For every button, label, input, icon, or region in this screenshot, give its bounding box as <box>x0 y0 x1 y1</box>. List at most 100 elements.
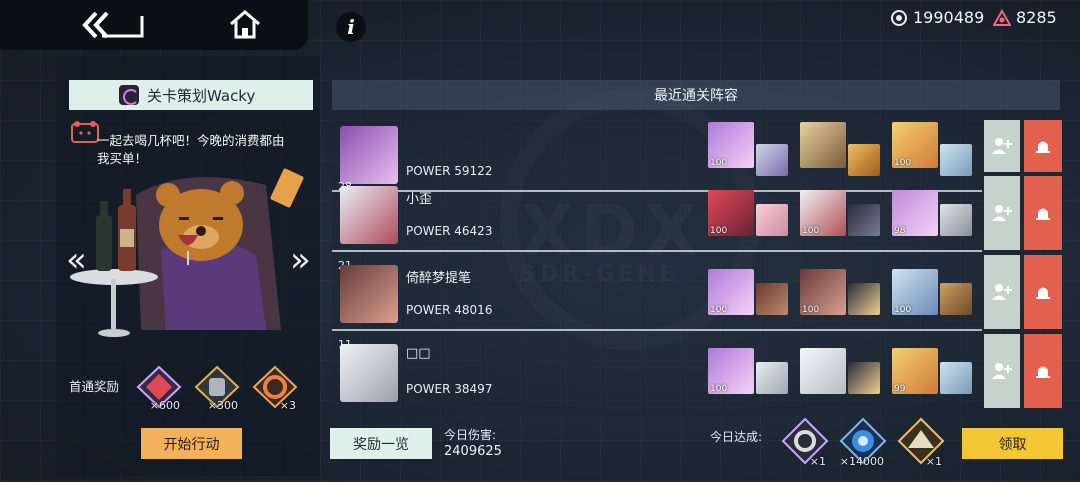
player-avatar[interactable] <box>340 186 398 244</box>
report-button[interactable] <box>1024 176 1062 250</box>
player-name: □□ <box>406 346 431 361</box>
team-unit[interactable] <box>756 362 788 394</box>
top-nav-bar <box>0 0 308 50</box>
team-unit[interactable] <box>800 348 846 394</box>
reward-qty: ×600 <box>149 399 180 412</box>
clear-team-row: 11 □□ POWER 38497 100 99 <box>332 336 982 410</box>
reward-qty: ×14000 <box>839 455 884 468</box>
alarm-icon <box>1036 141 1050 153</box>
team-unit[interactable]: 100 <box>892 122 938 168</box>
alarm-icon <box>1036 208 1050 220</box>
team-unit[interactable] <box>756 144 788 176</box>
unit-level: 100 <box>894 158 912 168</box>
claim-button[interactable]: 领取 <box>962 428 1063 459</box>
add-friend-icon <box>992 284 1012 300</box>
report-button[interactable] <box>1024 255 1062 329</box>
next-stage-arrow[interactable]: » <box>290 240 311 280</box>
team-unit[interactable] <box>848 204 880 236</box>
stage-title-banner: 关卡策划Wacky <box>69 80 313 110</box>
add-friend-icon <box>992 363 1012 379</box>
back-arrow-icon <box>82 11 144 39</box>
alarm-icon <box>1036 287 1050 299</box>
rewards-list-button[interactable]: 奖励一览 <box>330 428 432 459</box>
team-unit[interactable] <box>756 283 788 315</box>
team-unit[interactable] <box>800 122 846 168</box>
home-button[interactable] <box>228 9 262 41</box>
info-button[interactable]: i <box>336 12 366 42</box>
player-avatar[interactable] <box>340 344 398 402</box>
player-power: POWER 38497 <box>406 382 493 396</box>
triangle-crystal-icon <box>993 8 1011 26</box>
home-icon <box>230 10 260 39</box>
start-action-button[interactable]: 开始行动 <box>141 428 242 459</box>
first-clear-reward-3[interactable]: ×3 <box>250 364 300 412</box>
unit-level: 100 <box>802 226 820 236</box>
unit-level: 100 <box>710 158 728 168</box>
bear-npc-portrait <box>70 168 304 337</box>
prev-stage-arrow[interactable]: « <box>66 240 87 280</box>
team-unit[interactable]: 100 <box>892 269 938 315</box>
player-power: POWER 59122 <box>406 164 493 178</box>
team-unit[interactable]: 100 <box>708 348 754 394</box>
team-unit[interactable]: 100 <box>800 190 846 236</box>
player-power: POWER 46423 <box>406 224 493 238</box>
player-avatar[interactable] <box>340 126 398 184</box>
report-button[interactable] <box>1024 334 1062 408</box>
player-power: POWER 48016 <box>406 303 493 317</box>
unit-level: 100 <box>802 305 820 315</box>
player-name: 小歪 <box>406 192 433 207</box>
today-damage-label: 今日伤害: <box>444 428 497 442</box>
first-clear-reward-label: 首通奖励 <box>69 379 120 394</box>
player-avatar[interactable] <box>340 265 398 323</box>
row-divider <box>332 250 982 252</box>
team-unit[interactable] <box>848 144 880 176</box>
unit-level: 100 <box>894 305 912 315</box>
add-friend-icon <box>992 205 1012 221</box>
today-achieve-label: 今日达成: <box>710 430 763 444</box>
team-unit[interactable] <box>940 204 972 236</box>
reward-qty: ×1 <box>809 455 826 468</box>
team-unit[interactable]: 98 <box>892 190 938 236</box>
clear-team-row: 28 小歪 POWER 46423 100 100 98 <box>332 178 982 252</box>
first-clear-reward-2[interactable]: ×300 <box>192 364 242 412</box>
back-button[interactable] <box>80 10 150 40</box>
recent-clear-header: 最近通关阵容 <box>332 80 1060 110</box>
reward-qty: ×1 <box>925 455 942 468</box>
add-friend-button[interactable] <box>984 334 1020 408</box>
unit-level: 100 <box>710 384 728 394</box>
team-unit[interactable]: 100 <box>708 269 754 315</box>
bear-speech-icon <box>71 121 99 143</box>
team-unit[interactable] <box>848 362 880 394</box>
reward-qty: ×300 <box>207 399 238 412</box>
achieve-reward-3[interactable]: ×1 <box>896 416 946 468</box>
achieve-reward-2[interactable]: ×14000 <box>838 416 888 468</box>
team-unit[interactable]: 100 <box>800 269 846 315</box>
add-friend-button[interactable] <box>984 120 1020 172</box>
team-unit[interactable]: 99 <box>892 348 938 394</box>
tokens-counter: 8285 <box>993 8 1057 27</box>
unit-level: 98 <box>894 226 906 236</box>
first-clear-reward-1[interactable]: ×600 <box>134 364 184 412</box>
row-divider <box>332 329 982 331</box>
tokens-value: 8285 <box>1016 8 1057 27</box>
team-unit[interactable] <box>756 204 788 236</box>
today-damage-value: 2409625 <box>444 444 502 459</box>
team-unit[interactable] <box>940 283 972 315</box>
report-button[interactable] <box>1024 120 1062 172</box>
add-friend-button[interactable] <box>984 176 1020 250</box>
team-unit[interactable] <box>940 362 972 394</box>
team-unit[interactable]: 100 <box>708 190 754 236</box>
add-friend-icon <box>992 138 1012 154</box>
team-unit[interactable]: 100 <box>708 122 754 168</box>
gems-value: 1990489 <box>913 8 985 27</box>
swirl-icon <box>119 85 139 105</box>
alarm-icon <box>1036 366 1050 378</box>
team-unit[interactable] <box>940 144 972 176</box>
clear-team-row: 21 倚醉梦提笔 POWER 48016 100 100 100 <box>332 257 982 331</box>
add-friend-button[interactable] <box>984 255 1020 329</box>
unit-level: 100 <box>710 226 728 236</box>
team-unit[interactable] <box>848 283 880 315</box>
unit-level: 99 <box>894 384 906 394</box>
achieve-reward-1[interactable]: ×1 <box>780 416 830 468</box>
target-coin-icon <box>891 9 907 26</box>
